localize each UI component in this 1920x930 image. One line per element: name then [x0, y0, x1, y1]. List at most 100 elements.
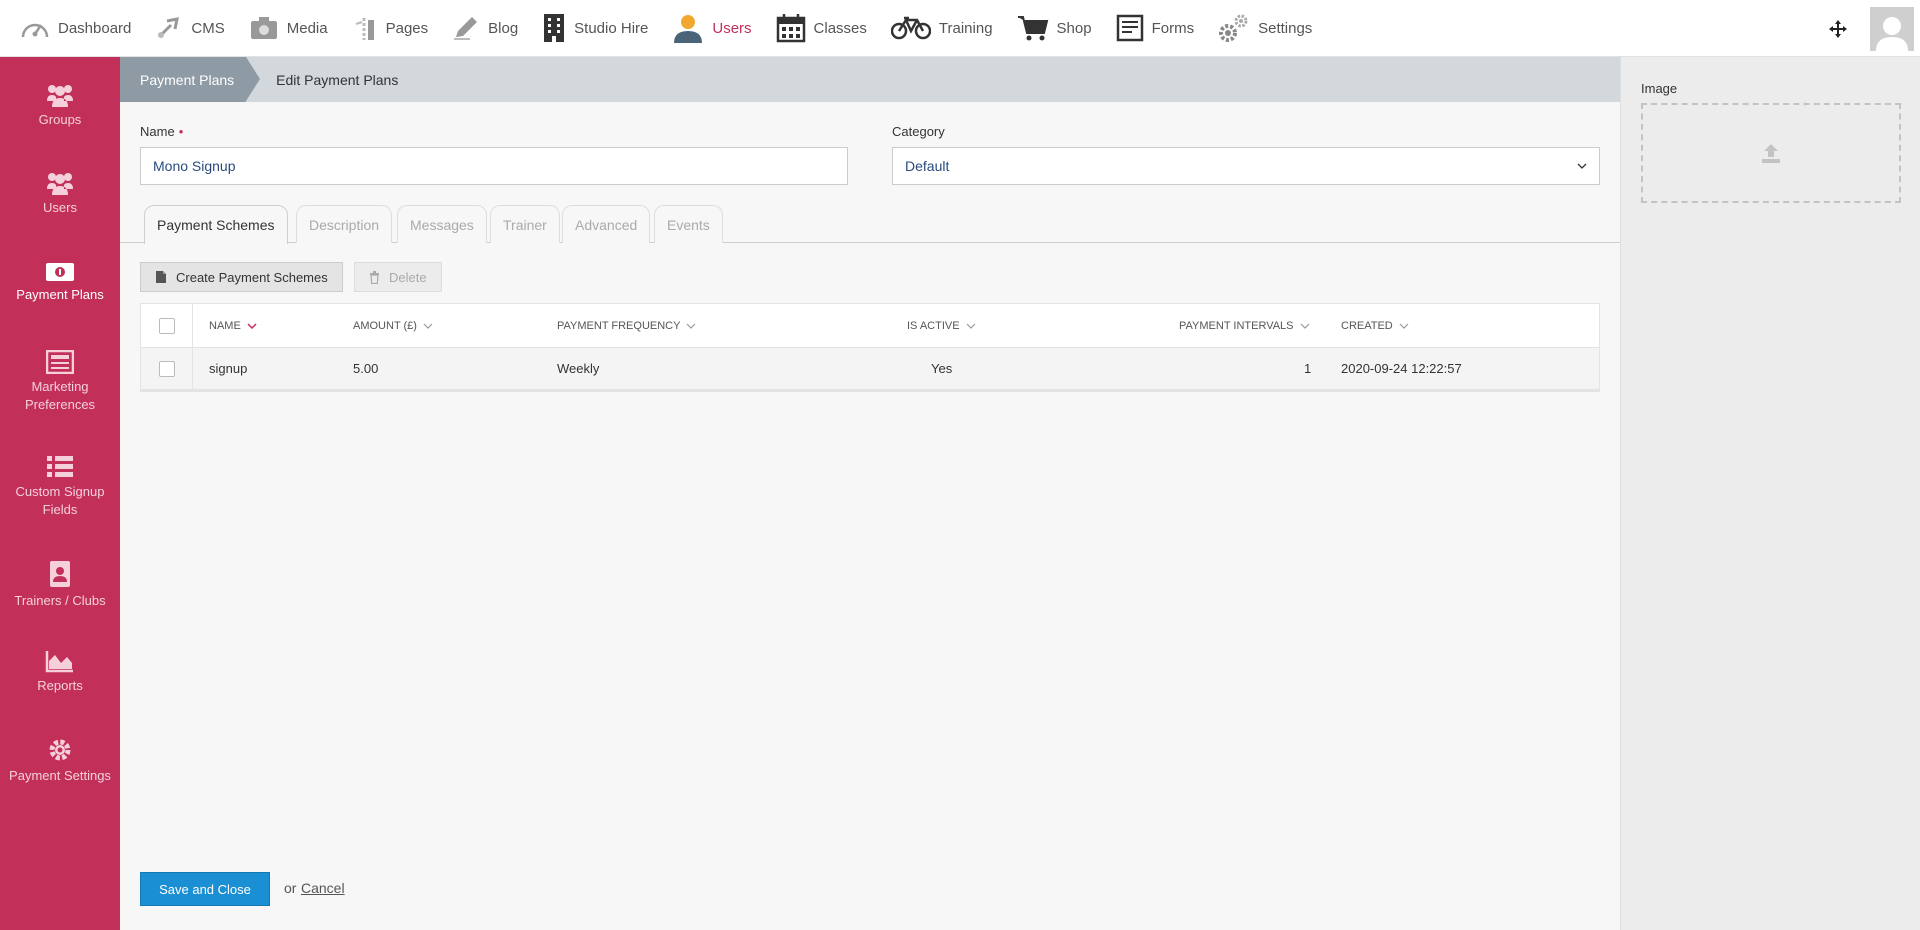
address-book-icon [50, 561, 70, 587]
upload-icon [1762, 144, 1780, 163]
user-icon [674, 15, 703, 43]
nav-item-users[interactable]: Users [660, 0, 763, 57]
tab-bar: Payment Schemes Description Messages Tra… [120, 205, 1620, 244]
avatar[interactable] [1870, 6, 1914, 51]
nav-item-classes[interactable]: Classes [764, 0, 879, 57]
nav-label: Media [286, 19, 328, 37]
delete-button-label: Delete [389, 269, 427, 285]
sidebar-item-payment-plans[interactable]: Payment Plans [0, 262, 120, 304]
row-checkbox[interactable] [158, 360, 175, 377]
sidebar-item-marketing-preferences[interactable]: Marketing Preferences [0, 350, 120, 414]
column-header-amount[interactable]: Amount (£) [353, 304, 433, 347]
sort-icon [1300, 323, 1309, 329]
table-row[interactable]: signup 5.00 Weekly Yes 1 2020-09-24 12:2… [141, 348, 1599, 391]
sidebar-item-trainers-clubs[interactable]: Trainers / Clubs [0, 560, 120, 610]
category-selected-value: Default [905, 158, 950, 174]
sidebar-item-payment-settings[interactable]: Payment Settings [0, 737, 120, 785]
sidebar-item-reports[interactable]: Reports [0, 649, 120, 695]
or-text: or [284, 880, 297, 896]
nav-label: Dashboard [58, 19, 132, 37]
move-icon[interactable] [1820, 0, 1856, 57]
form-icon [1116, 14, 1143, 42]
tab-advanced[interactable]: Advanced [562, 205, 651, 243]
area-chart-icon [45, 651, 73, 673]
breadcrumb-parent[interactable]: Payment Plans [120, 57, 261, 102]
nav-item-training[interactable]: Training [879, 0, 1005, 57]
tab-messages[interactable]: Messages [397, 205, 487, 243]
nav-item-dashboard[interactable]: Dashboard [0, 0, 143, 57]
media-camera-icon [250, 17, 277, 39]
cell-frequency: Weekly [557, 361, 600, 376]
nav-item-forms[interactable]: Forms [1104, 0, 1207, 57]
nav-item-shop[interactable]: Shop [1005, 0, 1104, 57]
sidebar-item-label: Users [43, 200, 77, 215]
sidebar-item-label: Trainers / Clubs [14, 593, 106, 608]
column-header-label: Payment Intervals [1179, 319, 1294, 332]
column-header-label: Created [1341, 319, 1393, 332]
select-all-checkbox[interactable] [158, 317, 175, 334]
sidebar-item-groups[interactable]: Groups [0, 83, 120, 129]
sort-icon [1399, 323, 1409, 329]
sidebar-item-custom-signup-fields[interactable]: Custom Signup Fields [0, 455, 120, 519]
nav-item-media[interactable]: Media [237, 0, 340, 57]
sort-desc-icon [247, 322, 257, 329]
file-icon [156, 271, 166, 283]
trash-icon [370, 270, 379, 284]
nav-label: CMS [191, 19, 225, 37]
sidebar-item-label: Groups [38, 112, 82, 127]
sidebar-item-users[interactable]: Users [0, 171, 120, 217]
calendar-icon [776, 14, 805, 43]
breadcrumb: Payment Plans Edit Payment Plans [120, 57, 1620, 102]
top-navigation: Dashboard CMS Media Pages Blog Studio Hi… [0, 0, 1920, 57]
table-header: Name Amount (£) Payment Frequency Is Act… [141, 304, 1599, 348]
nav-item-pages[interactable]: Pages [340, 0, 441, 57]
tab-events[interactable]: Events [654, 205, 723, 243]
tab-payment-schemes[interactable]: Payment Schemes [144, 205, 288, 244]
column-header-is-active[interactable]: Is Active [907, 304, 976, 347]
nav-item-settings[interactable]: Settings [1206, 0, 1324, 57]
sidebar-item-label: Reports [37, 678, 83, 693]
breadcrumb-current: Edit Payment Plans [276, 71, 399, 88]
cancel-link[interactable]: Cancel [301, 880, 345, 896]
column-header-created[interactable]: Created [1341, 304, 1409, 347]
column-header-label: Is Active [907, 319, 960, 332]
sidebar-item-label: Payment Plans [16, 287, 104, 302]
nav-label: Pages [385, 19, 429, 37]
nav-item-cms[interactable]: CMS [143, 0, 236, 57]
delete-button[interactable]: Delete [354, 262, 442, 292]
column-header-payment-intervals[interactable]: Payment Intervals [1179, 304, 1310, 347]
tab-trainer[interactable]: Trainer [490, 205, 560, 243]
column-header-payment-frequency[interactable]: Payment Frequency [557, 304, 696, 347]
bicycle-icon [890, 16, 931, 40]
column-header-label: Amount (£) [353, 319, 417, 332]
gears-icon [1219, 14, 1248, 42]
chevron-down-icon [1577, 163, 1587, 169]
column-header-name[interactable]: Name [209, 304, 257, 347]
save-and-close-button[interactable]: Save and Close [140, 872, 270, 906]
tab-description[interactable]: Description [296, 205, 393, 243]
image-dropzone[interactable] [1641, 103, 1901, 203]
create-button-label: Create Payment Schemes [176, 269, 328, 285]
list-icon [47, 456, 73, 477]
blog-pencil-icon [454, 17, 478, 40]
image-panel: Image [1620, 57, 1920, 930]
nav-item-blog[interactable]: Blog [440, 0, 530, 57]
cog-icon [49, 739, 71, 761]
sidebar: Groups Users Payment Plans Marketing Pre… [0, 57, 120, 930]
money-icon [46, 263, 74, 281]
dashboard-gauge-icon [21, 23, 49, 38]
cell-amount: 5.00 [353, 361, 379, 376]
category-select[interactable]: Default [892, 147, 1600, 185]
name-input[interactable] [140, 147, 848, 185]
required-indicator: • [178, 124, 184, 139]
sidebar-item-label: Custom Signup Fields [15, 484, 105, 517]
nav-label: Settings [1258, 19, 1313, 37]
create-payment-schemes-button[interactable]: Create Payment Schemes [140, 262, 343, 292]
nav-label: Studio Hire [574, 19, 649, 37]
cell-is-active: Yes [931, 361, 953, 376]
nav-label: Forms [1151, 19, 1195, 37]
cell-name: signup [209, 361, 248, 376]
sort-icon [423, 323, 433, 329]
nav-item-studio-hire[interactable]: Studio Hire [530, 0, 660, 57]
users-icon [47, 173, 73, 195]
